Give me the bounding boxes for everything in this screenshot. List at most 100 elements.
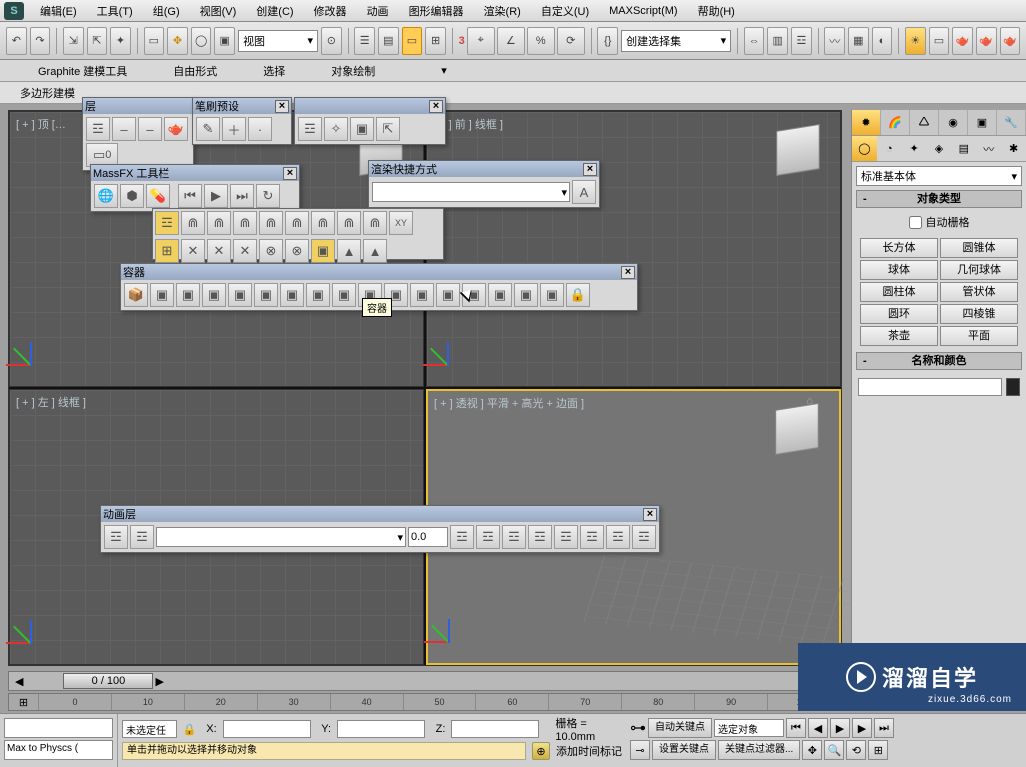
home-icon[interactable]: ⌂ bbox=[806, 395, 813, 407]
floater-massfx[interactable]: MassFX 工具栏× 🌐 ⬢ 💊 ⏮ ▶ ⏭ ↻ bbox=[90, 164, 300, 212]
autokey-button[interactable]: 自动关键点 bbox=[648, 718, 712, 738]
menu-grapheditors[interactable]: 图形编辑器 bbox=[399, 3, 474, 19]
rollout-objecttype[interactable]: 对象类型 bbox=[856, 190, 1022, 208]
snap-b6[interactable]: ⋒ bbox=[285, 211, 309, 235]
select-button[interactable]: ▭ bbox=[144, 27, 165, 55]
container-b15[interactable]: ▣ bbox=[488, 283, 512, 307]
btn-cylinder[interactable]: 圆柱体 bbox=[860, 282, 938, 302]
layer-dash1-icon[interactable]: ‒ bbox=[112, 117, 136, 141]
z-coord-input[interactable] bbox=[451, 720, 539, 738]
nav-zoom-button[interactable]: 🔍 bbox=[824, 740, 844, 760]
menu-tools[interactable]: 工具(T) bbox=[87, 3, 143, 19]
close-icon[interactable]: × bbox=[429, 100, 443, 113]
ribbon-tab-select[interactable]: 选择 bbox=[255, 61, 293, 81]
container-b7[interactable]: ▣ bbox=[280, 283, 304, 307]
floater-brush[interactable]: 笔刷预设× ✎ ＋ · bbox=[192, 97, 292, 145]
curve-editor-button[interactable]: 〰 bbox=[824, 27, 845, 55]
subtab-helpers[interactable]: ▤ bbox=[951, 136, 976, 161]
snap-toggle[interactable]: ⌖ bbox=[467, 27, 495, 55]
tool-a4[interactable]: ⇱ bbox=[376, 117, 400, 141]
unlink-button[interactable]: ⇱ bbox=[87, 27, 108, 55]
btn-plane[interactable]: 平面 bbox=[940, 326, 1018, 346]
app-logo[interactable]: S bbox=[4, 2, 24, 20]
container-create-icon[interactable]: 📦 bbox=[124, 283, 148, 307]
lock-icon[interactable]: 🔒 bbox=[183, 723, 197, 736]
container-b3[interactable]: ▣ bbox=[176, 283, 200, 307]
angle-snap[interactable]: ∠ bbox=[497, 27, 525, 55]
snap-b4[interactable]: ⋒ bbox=[233, 211, 257, 235]
menu-render[interactable]: 渲染(R) bbox=[474, 3, 531, 19]
tab-create[interactable]: ✹ bbox=[852, 110, 881, 135]
snap-c5[interactable]: ⊗ bbox=[259, 239, 283, 263]
window-cross-button[interactable]: ⊞ bbox=[425, 27, 446, 55]
brush-dot-icon[interactable]: · bbox=[248, 117, 272, 141]
container-b5[interactable]: ▣ bbox=[228, 283, 252, 307]
subtab-shapes[interactable]: ◔ bbox=[877, 136, 902, 161]
scale-button[interactable]: ▣ bbox=[214, 27, 235, 55]
tab-hierarchy[interactable]: 🛆 bbox=[910, 110, 939, 135]
btn-sphere[interactable]: 球体 bbox=[860, 260, 938, 280]
animlayer-b8[interactable]: ☲ bbox=[580, 525, 604, 549]
ribbon-expand[interactable]: ▾ bbox=[433, 62, 455, 79]
editnamedsel-button[interactable]: {} bbox=[597, 27, 618, 55]
tab-modify[interactable]: 🌈 bbox=[881, 110, 910, 135]
menu-help[interactable]: 帮助(H) bbox=[688, 3, 745, 19]
animlayer-b9[interactable]: ☲ bbox=[606, 525, 630, 549]
next-frame-button[interactable]: ▶ bbox=[852, 718, 872, 738]
snap-b9[interactable]: ⋒ bbox=[363, 211, 387, 235]
percent-snap[interactable]: % bbox=[527, 27, 555, 55]
layer-new-icon[interactable]: ☲ bbox=[86, 117, 110, 141]
key-icon[interactable]: ⊶ bbox=[630, 718, 646, 738]
subtab-spacewarps[interactable]: 〰 bbox=[976, 136, 1001, 161]
floater-layer[interactable]: 层 ☲ ‒ ‒ 🫖 ▭0 bbox=[82, 97, 194, 171]
container-b9[interactable]: ▣ bbox=[332, 283, 356, 307]
viewcube[interactable] bbox=[775, 403, 819, 455]
close-icon[interactable]: × bbox=[621, 266, 635, 279]
btn-tube[interactable]: 管状体 bbox=[940, 282, 1018, 302]
animlayer-b1[interactable]: ☲ bbox=[104, 525, 128, 549]
track-bar[interactable]: ⊞ 0 10 20 30 40 50 60 70 80 90 100 bbox=[8, 693, 842, 711]
massfx-world-icon[interactable]: 🌐 bbox=[94, 184, 118, 208]
container-b16[interactable]: ▣ bbox=[514, 283, 538, 307]
subtab-geometry[interactable]: ◯ bbox=[852, 136, 877, 161]
viewcube[interactable] bbox=[776, 124, 820, 176]
btn-torus[interactable]: 圆环 bbox=[860, 304, 938, 324]
massfx-loop-icon[interactable]: ↻ bbox=[256, 184, 280, 208]
brush-add-icon[interactable]: ＋ bbox=[222, 117, 246, 141]
snap-c9[interactable]: ▲ bbox=[363, 239, 387, 263]
animlayer-combo[interactable]: ▾ bbox=[156, 527, 406, 547]
schematic-button[interactable]: ▦ bbox=[848, 27, 869, 55]
tool-a2[interactable]: ✧ bbox=[324, 117, 348, 141]
y-coord-input[interactable] bbox=[337, 720, 425, 738]
snap-c8[interactable]: ▲ bbox=[337, 239, 361, 263]
snap-c3[interactable]: ✕ bbox=[207, 239, 231, 263]
container-b13[interactable]: ▣ bbox=[436, 283, 460, 307]
subtab-lights[interactable]: ✦ bbox=[902, 136, 927, 161]
timetag-icon[interactable]: ⊕ bbox=[532, 742, 550, 760]
animlayer-b3[interactable]: ☲ bbox=[450, 525, 474, 549]
massfx-capsule-icon[interactable]: 💊 bbox=[146, 184, 170, 208]
animlayer-b7[interactable]: ☲ bbox=[554, 525, 578, 549]
brush-preset1[interactable]: ✎ bbox=[196, 117, 220, 141]
menu-customize[interactable]: 自定义(U) bbox=[531, 3, 599, 19]
tool-a1[interactable]: ☲ bbox=[298, 117, 322, 141]
animlayer-b4[interactable]: ☲ bbox=[476, 525, 500, 549]
snap-c4[interactable]: ✕ bbox=[233, 239, 257, 263]
snap-b1[interactable]: ☲ bbox=[155, 211, 179, 235]
snap-b5[interactable]: ⋒ bbox=[259, 211, 283, 235]
move-button[interactable]: ✥ bbox=[167, 27, 188, 55]
animlayer-b6[interactable]: ☲ bbox=[528, 525, 552, 549]
bind-button[interactable]: ✦ bbox=[110, 27, 131, 55]
close-icon[interactable]: × bbox=[643, 508, 657, 521]
autogrid-checkbox[interactable] bbox=[909, 216, 922, 229]
container-b17[interactable]: ▣ bbox=[540, 283, 564, 307]
setkey-icon[interactable]: ⊸ bbox=[630, 740, 650, 760]
nav-orbit-button[interactable]: ⟲ bbox=[846, 740, 866, 760]
redo-button[interactable]: ↷ bbox=[30, 27, 51, 55]
btn-teapot[interactable]: 茶壶 bbox=[860, 326, 938, 346]
animlayer-b2[interactable]: ☲ bbox=[130, 525, 154, 549]
undo-button[interactable]: ↶ bbox=[6, 27, 27, 55]
viewport-front[interactable]: [ + ] 前 ] 线框 ] bbox=[426, 111, 841, 387]
subtab-cameras[interactable]: ◈ bbox=[927, 136, 952, 161]
time-slider-handle[interactable]: 0 / 100 bbox=[63, 673, 153, 689]
